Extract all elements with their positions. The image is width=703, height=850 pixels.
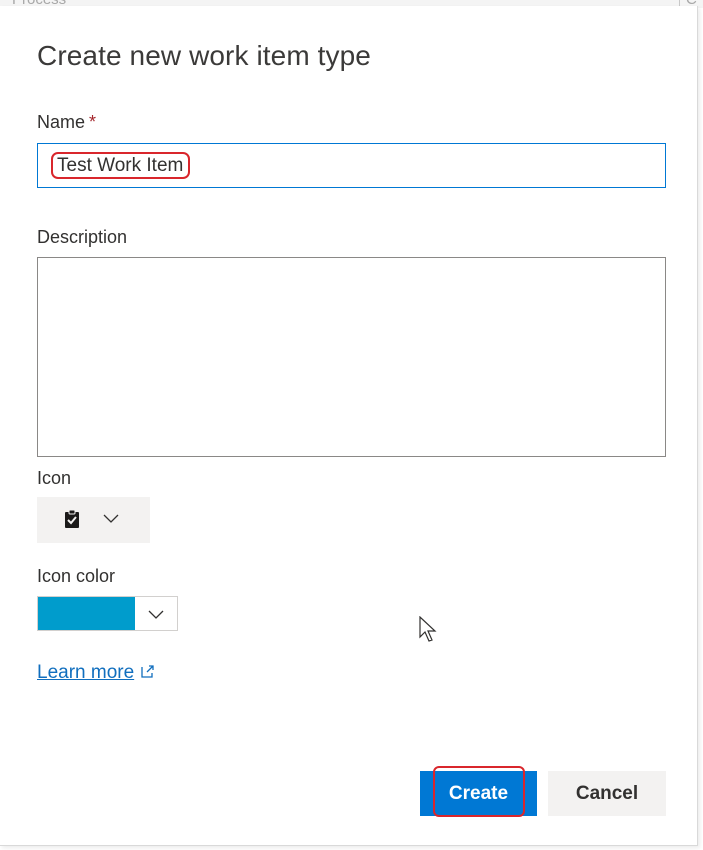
icon-label: Icon xyxy=(37,468,72,488)
required-indicator: * xyxy=(89,112,97,132)
create-work-item-type-dialog: Create new work item type Name * Test Wor… xyxy=(0,6,698,846)
description-label: Description xyxy=(37,227,128,247)
color-swatch xyxy=(38,597,135,630)
name-input-value: Test Work Item xyxy=(51,152,191,179)
dialog-title: Create new work item type xyxy=(37,40,371,71)
learn-more-text: Learn more xyxy=(37,662,135,683)
highlight-box xyxy=(433,766,525,817)
cancel-button[interactable]: Cancel xyxy=(548,771,666,816)
create-button[interactable]: Create xyxy=(420,766,537,817)
name-label-text: Name xyxy=(37,112,86,132)
mouse-cursor-icon xyxy=(419,616,437,642)
chevron-down-icon xyxy=(103,514,119,523)
learn-more-link[interactable]: Learn more xyxy=(37,662,154,684)
external-link-icon xyxy=(141,665,154,678)
name-input[interactable]: Test Work Item xyxy=(37,143,666,188)
description-textarea[interactable] xyxy=(37,257,666,457)
clipboard-check-icon xyxy=(65,509,79,528)
chevron-down-icon xyxy=(148,610,164,619)
name-label: Name * xyxy=(37,112,96,133)
icon-color-label: Icon color xyxy=(37,566,116,586)
cancel-button-label: Cancel xyxy=(575,783,639,804)
icon-color-dropdown[interactable] xyxy=(37,596,178,631)
icon-dropdown[interactable] xyxy=(37,497,150,543)
